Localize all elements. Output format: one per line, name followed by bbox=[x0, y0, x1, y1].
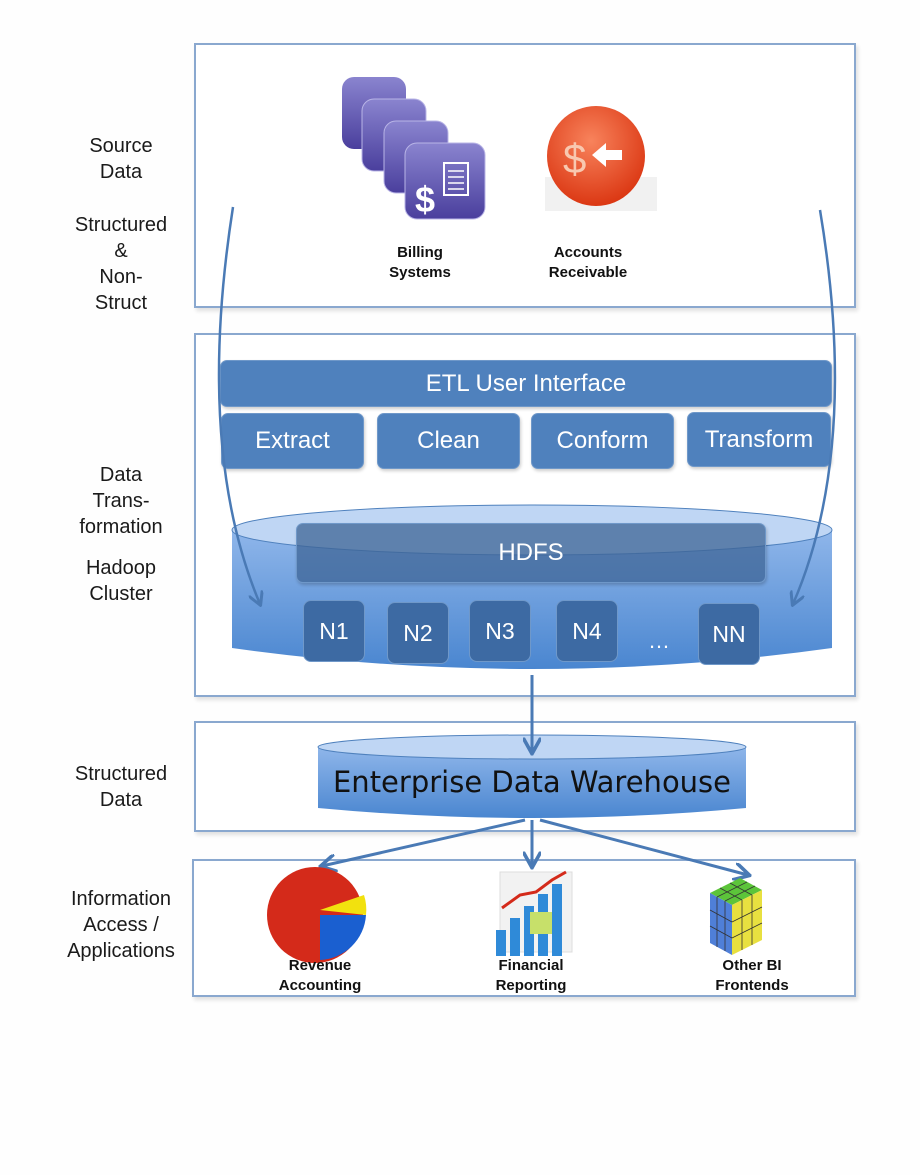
otherbi-line1: Other BI bbox=[722, 957, 782, 974]
financial-line2: Reporting bbox=[495, 977, 567, 994]
cube-icon bbox=[709, 878, 763, 955]
revenue-line1: Revenue bbox=[288, 957, 352, 974]
other-bi-caption: Other BI Frontends bbox=[692, 956, 812, 996]
pie-chart-icon bbox=[267, 867, 367, 963]
otherbi-line2: Frontends bbox=[715, 977, 789, 994]
revenue-accounting-caption: Revenue Accounting bbox=[260, 956, 380, 996]
financial-reporting-caption: Financial Reporting bbox=[471, 956, 591, 996]
revenue-line2: Accounting bbox=[278, 977, 362, 994]
app-icons-layer bbox=[267, 867, 763, 963]
bar-chart-icon bbox=[496, 870, 573, 956]
financial-line1: Financial bbox=[498, 957, 564, 974]
